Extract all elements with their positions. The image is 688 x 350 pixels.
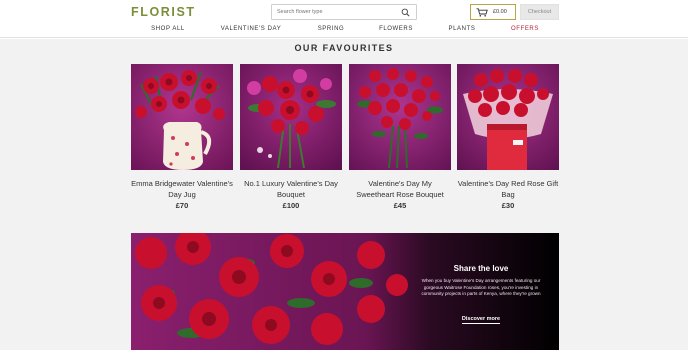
main-nav: SHOP ALL VALENTINE'S DAY SPRING FLOWERS … [0, 26, 688, 36]
site-header: FLORIST £0.00 Checkout SHOP ALL VALENTIN… [0, 0, 688, 38]
product-name[interactable]: Valentine's Day Red Rose Gift Bag [457, 178, 559, 200]
product-image[interactable] [349, 64, 451, 170]
section-title: OUR FAVOURITES [294, 43, 394, 53]
promo-banner[interactable]: Share the love When you buy Valentine's … [131, 233, 559, 350]
search-input[interactable] [277, 6, 395, 18]
basket-total: £0.00 [493, 9, 507, 15]
banner-heading: Share the love [453, 264, 509, 273]
product-card[interactable]: Valentine's Day Red Rose Gift Bag £30 [457, 64, 559, 210]
checkout-button[interactable]: Checkout [520, 4, 559, 20]
product-card[interactable]: Emma Bridgewater Valentine's Day Jug £70 [131, 64, 233, 210]
site-logo[interactable]: FLORIST [131, 5, 196, 19]
product-price: £70 [175, 201, 189, 210]
product-image[interactable] [457, 64, 559, 170]
nav-item-flowers[interactable]: FLOWERS [379, 26, 413, 32]
discover-more-label[interactable]: Discover more [461, 316, 501, 324]
product-image[interactable] [240, 64, 342, 170]
product-name[interactable]: Emma Bridgewater Valentine's Day Jug [131, 178, 233, 200]
basket-icon [476, 8, 488, 17]
discover-more-link[interactable]: Discover more [427, 316, 535, 324]
banner-body: When you buy Valentine's Day arrangement… [421, 278, 541, 297]
product-name[interactable]: Valentine's Day My Sweetheart Rose Bouqu… [349, 178, 451, 200]
main-content: OUR FAVOURITES Emma Bridgewater Valentin… [0, 39, 688, 350]
nav-item-offers[interactable]: OFFERS [511, 26, 539, 32]
nav-item-shop-all[interactable]: SHOP ALL [151, 26, 185, 32]
product-card[interactable]: No.1 Luxury Valentine's Day Bouquet £100 [240, 64, 342, 210]
search-icon[interactable] [401, 8, 410, 17]
product-name[interactable]: No.1 Luxury Valentine's Day Bouquet [240, 178, 342, 200]
product-card[interactable]: Valentine's Day My Sweetheart Rose Bouqu… [349, 64, 451, 210]
product-price: £100 [282, 201, 300, 210]
nav-item-plants[interactable]: PLANTS [449, 26, 476, 32]
search-box[interactable] [271, 4, 417, 20]
product-image[interactable] [131, 64, 233, 170]
product-price: £30 [501, 201, 515, 210]
basket-button[interactable]: £0.00 [470, 4, 516, 20]
nav-item-spring[interactable]: SPRING [318, 26, 345, 32]
nav-item-valentines-day[interactable]: VALENTINE'S DAY [221, 26, 282, 32]
product-price: £45 [393, 201, 407, 210]
